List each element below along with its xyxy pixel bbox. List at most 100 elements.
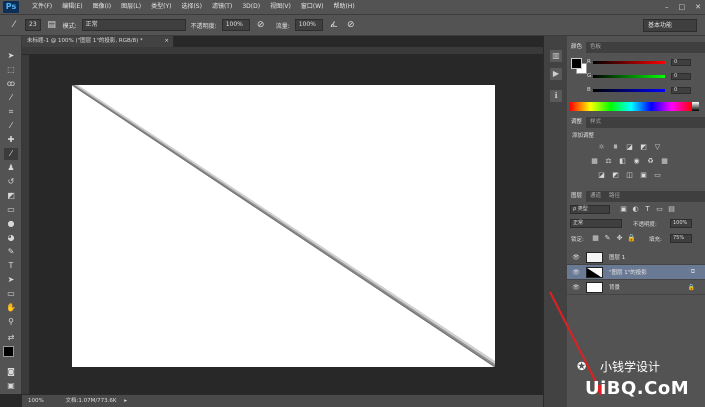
- close-window-button[interactable]: ✕: [695, 0, 701, 14]
- swap-colors-icon[interactable]: ⇄: [4, 332, 18, 344]
- dodge-tool-icon[interactable]: ◕: [4, 232, 18, 244]
- layer-kind-filter[interactable]: ρ 类型: [570, 205, 610, 214]
- airbrush-icon[interactable]: ፈ: [328, 19, 340, 31]
- tab-styles[interactable]: 样式: [586, 117, 605, 128]
- healing-tool-icon[interactable]: ✚: [4, 134, 18, 146]
- layer-opacity-input[interactable]: 100%: [670, 219, 692, 228]
- menu-image[interactable]: 图像(I): [88, 0, 116, 14]
- red-slider[interactable]: R 0: [587, 58, 697, 66]
- document-size-info[interactable]: 文档:1.07M/773.6K: [65, 398, 116, 404]
- levels-icon[interactable]: ⩩: [611, 143, 620, 152]
- menu-help[interactable]: 帮助(H): [329, 0, 360, 14]
- filter-adjust-icon[interactable]: ◐: [631, 205, 640, 214]
- brush-tool-icon[interactable]: ⁄: [4, 148, 18, 160]
- layer-name[interactable]: "图层 1"的投影: [609, 268, 647, 276]
- blue-slider-track[interactable]: [593, 88, 665, 92]
- brush-panel-icon[interactable]: ▤: [46, 19, 58, 31]
- threshold-icon[interactable]: ◫: [625, 171, 634, 180]
- layer-row[interactable]: 👁 图层 1: [567, 250, 705, 265]
- fill-input[interactable]: 75%: [670, 234, 692, 243]
- posterize-icon[interactable]: ◩: [611, 171, 620, 180]
- brightness-icon[interactable]: ☼: [597, 143, 606, 152]
- black-white-icon[interactable]: ◧: [618, 157, 627, 166]
- photo-filter-icon[interactable]: ◉: [632, 157, 641, 166]
- screen-mode-icon[interactable]: ▣: [4, 380, 18, 392]
- opacity-input[interactable]: 100%: [221, 19, 250, 31]
- layer-row-selected[interactable]: 👁 "图层 1"的投影 ⧉: [567, 265, 705, 280]
- minimize-button[interactable]: –: [665, 0, 669, 14]
- maximize-button[interactable]: □: [679, 0, 686, 14]
- menu-select[interactable]: 选择(S): [176, 0, 207, 14]
- zoom-tool-icon[interactable]: ⚲: [4, 316, 18, 328]
- history-panel-icon[interactable]: ▥: [550, 50, 562, 62]
- quick-select-tool-icon[interactable]: ⁄: [4, 92, 18, 104]
- hue-saturation-icon[interactable]: ▦: [590, 157, 599, 166]
- eraser-tool-icon[interactable]: ◩: [4, 190, 18, 202]
- path-select-tool-icon[interactable]: ➤: [4, 274, 18, 286]
- lock-transparent-icon[interactable]: ▦: [591, 234, 600, 243]
- pen-tool-icon[interactable]: ✎: [4, 246, 18, 258]
- zoom-level[interactable]: 100%: [28, 398, 44, 404]
- pressure-opacity-icon[interactable]: ⊘: [255, 19, 267, 31]
- menu-layer[interactable]: 图层(L): [116, 0, 146, 14]
- grayscale-ramp[interactable]: [692, 102, 699, 111]
- brush-tool-preset-icon[interactable]: ⁄: [8, 19, 20, 31]
- document-tab[interactable]: 未标题-1 @ 100% ("图层 1"的投影, RGB/8) * ×: [22, 36, 174, 47]
- lasso-tool-icon[interactable]: ꝏ: [4, 78, 18, 90]
- blue-slider[interactable]: B 0: [587, 86, 697, 94]
- visibility-eye-icon[interactable]: 👁: [570, 254, 582, 261]
- crop-tool-icon[interactable]: ⌗: [4, 106, 18, 118]
- close-document-button[interactable]: ×: [164, 36, 169, 47]
- red-slider-track[interactable]: [593, 60, 665, 64]
- menu-3d[interactable]: 3D(D): [237, 0, 265, 14]
- filter-pixel-icon[interactable]: ▣: [619, 205, 628, 214]
- history-brush-tool-icon[interactable]: ↺: [4, 176, 18, 188]
- tab-paths[interactable]: 路径: [605, 191, 624, 202]
- menu-type[interactable]: 类型(Y): [146, 0, 176, 14]
- eyedropper-tool-icon[interactable]: ⁄: [4, 120, 18, 132]
- menu-window[interactable]: 窗口(W): [296, 0, 329, 14]
- color-spectrum-ramp[interactable]: [570, 102, 692, 111]
- layer-name[interactable]: 背景: [609, 283, 620, 291]
- color-balance-icon[interactable]: ⚖: [604, 157, 613, 166]
- menu-edit[interactable]: 编辑(E): [57, 0, 87, 14]
- tab-adjustments[interactable]: 调整: [567, 117, 587, 128]
- type-tool-icon[interactable]: T: [4, 260, 18, 272]
- actions-panel-icon[interactable]: ▶: [550, 68, 562, 80]
- document-canvas[interactable]: [72, 85, 495, 367]
- move-tool-icon[interactable]: ➤: [4, 50, 18, 62]
- red-value[interactable]: 0: [671, 58, 691, 66]
- invert-icon[interactable]: ◪: [597, 171, 606, 180]
- flow-input[interactable]: 100%: [294, 19, 323, 31]
- curves-icon[interactable]: ◪: [625, 143, 634, 152]
- tab-swatches[interactable]: 色板: [586, 42, 605, 53]
- tab-layers[interactable]: 图层: [567, 191, 587, 202]
- menu-file[interactable]: 文件(F): [27, 0, 57, 14]
- blend-mode-select[interactable]: 正常: [570, 219, 622, 228]
- menu-view[interactable]: 视图(V): [265, 0, 296, 14]
- mode-select[interactable]: 正常: [81, 19, 186, 31]
- marquee-tool-icon[interactable]: ⬚: [4, 64, 18, 76]
- hand-tool-icon[interactable]: ✋: [4, 302, 18, 314]
- brush-size-picker[interactable]: 23: [25, 19, 41, 31]
- green-value[interactable]: 0: [671, 72, 691, 80]
- color-lookup-icon[interactable]: ▦: [660, 157, 669, 166]
- visibility-eye-icon[interactable]: 👁: [570, 269, 582, 276]
- selective-color-icon[interactable]: ▣: [639, 171, 648, 180]
- workspace-select[interactable]: 基本功能: [643, 19, 697, 32]
- shape-tool-icon[interactable]: ▭: [4, 288, 18, 300]
- layer-name[interactable]: 图层 1: [609, 253, 625, 261]
- gradient-map-icon[interactable]: ▭: [653, 171, 662, 180]
- green-slider[interactable]: G 0: [587, 72, 697, 80]
- stamp-tool-icon[interactable]: ♟: [4, 162, 18, 174]
- green-slider-track[interactable]: [593, 74, 665, 78]
- gradient-tool-icon[interactable]: ▭: [4, 204, 18, 216]
- exposure-icon[interactable]: ◩: [639, 143, 648, 152]
- lock-pixels-icon[interactable]: ✎: [603, 234, 612, 243]
- menu-filter[interactable]: 滤镜(T): [207, 0, 237, 14]
- blue-value[interactable]: 0: [671, 86, 691, 94]
- pressure-size-icon[interactable]: ⊘: [345, 19, 357, 31]
- quick-mask-icon[interactable]: ◙: [4, 366, 18, 378]
- foreground-color-swatch[interactable]: [3, 346, 14, 357]
- tab-channels[interactable]: 通道: [586, 191, 605, 202]
